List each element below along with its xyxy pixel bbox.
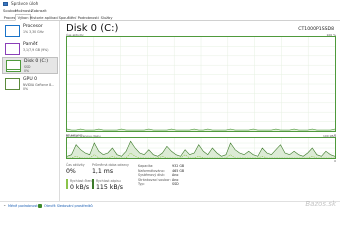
cpu-thumbnail-graph bbox=[5, 25, 20, 37]
write-speed-indicator bbox=[92, 179, 94, 189]
sidebar-item-disk[interactable]: Disk 0 (C:) SSD 0% bbox=[2, 57, 58, 74]
sidebar-item-label: Disk 0 (C:) bbox=[24, 59, 49, 64]
sidebar-item-label: Paměť bbox=[23, 42, 38, 47]
page-file-value: Ano bbox=[172, 177, 179, 182]
less-details-link[interactable]: Méně podrobností bbox=[8, 204, 39, 208]
task-manager-icon bbox=[3, 2, 8, 6]
sidebar-item-sub: 3,1/7,9 GB (9%) bbox=[23, 48, 49, 52]
resource-monitor-icon bbox=[38, 203, 42, 208]
formatted-value: 465 GB bbox=[172, 168, 185, 173]
tab-services[interactable]: Služby bbox=[98, 14, 115, 21]
disk-thumbnail-graph bbox=[6, 60, 21, 72]
avg-response-label: Průměrná doba odezvy bbox=[92, 163, 129, 167]
transfer-graph-svg bbox=[67, 138, 335, 158]
activity-graph bbox=[66, 36, 336, 132]
write-speed-label: Rychlost zápisu bbox=[96, 179, 121, 183]
memory-thumbnail-graph bbox=[5, 43, 20, 55]
active-time-value: 0% bbox=[66, 168, 76, 175]
transfer-graph bbox=[66, 137, 336, 159]
disk-model: CT1000P1SSD8 bbox=[298, 27, 334, 32]
type-label: Typ: bbox=[138, 182, 145, 186]
sidebar-item-label: GPU 0 bbox=[23, 77, 38, 82]
disk-thumbnail-line bbox=[7, 69, 20, 70]
sidebar-item-memory[interactable]: Paměť 3,1/7,9 GB (9%) bbox=[2, 41, 58, 58]
write-speed-value: 115 kB/s bbox=[96, 184, 123, 191]
active-time-label: Čas aktivity bbox=[66, 163, 85, 167]
sidebar-item-sub: NVIDIA GeForce 8... 0% bbox=[23, 83, 55, 91]
formatted-label: Naformátováno: bbox=[138, 168, 165, 173]
gpu-thumbnail-graph bbox=[5, 78, 20, 90]
read-speed-value: 0 kB/s bbox=[70, 184, 90, 191]
activity-graph-svg bbox=[67, 37, 335, 131]
avg-response-value: 1,1 ms bbox=[92, 168, 114, 175]
capacity-label: Kapacita: bbox=[138, 164, 154, 168]
sidebar-item-gpu[interactable]: GPU 0 NVIDIA GeForce 8... 0% bbox=[2, 76, 58, 93]
watermark: Bazos.sk bbox=[305, 200, 336, 208]
open-resource-monitor-link[interactable]: Otevřít Sledování prostředků bbox=[44, 204, 93, 208]
read-speed-indicator bbox=[66, 179, 68, 189]
sidebar-item-label: Procesor bbox=[23, 24, 43, 29]
sidebar-item-cpu[interactable]: Procesor 1% 3,30 GHz bbox=[2, 23, 58, 40]
sidebar-item-sub: SSD 0% bbox=[24, 65, 31, 73]
system-disk-value: Ano bbox=[172, 173, 179, 177]
chevron-up-icon[interactable]: ⌃ bbox=[3, 204, 6, 209]
type-value: SSD bbox=[172, 182, 179, 186]
read-speed-label: Rychlost čtení bbox=[70, 179, 93, 183]
transfer-graph-zero: 0 bbox=[334, 159, 336, 163]
page-file-label: Stránkovací soubor: bbox=[138, 177, 171, 182]
capacity-value: 932 GB bbox=[172, 164, 185, 168]
title-bar bbox=[0, 0, 340, 8]
resource-sidebar: Procesor 1% 3,30 GHz Paměť 3,1/7,9 GB (9… bbox=[0, 21, 60, 201]
sidebar-item-sub: 1% 3,30 GHz bbox=[23, 30, 44, 34]
system-disk-label: Systémový disk: bbox=[138, 173, 166, 177]
window-title: Správce úloh bbox=[11, 1, 39, 6]
